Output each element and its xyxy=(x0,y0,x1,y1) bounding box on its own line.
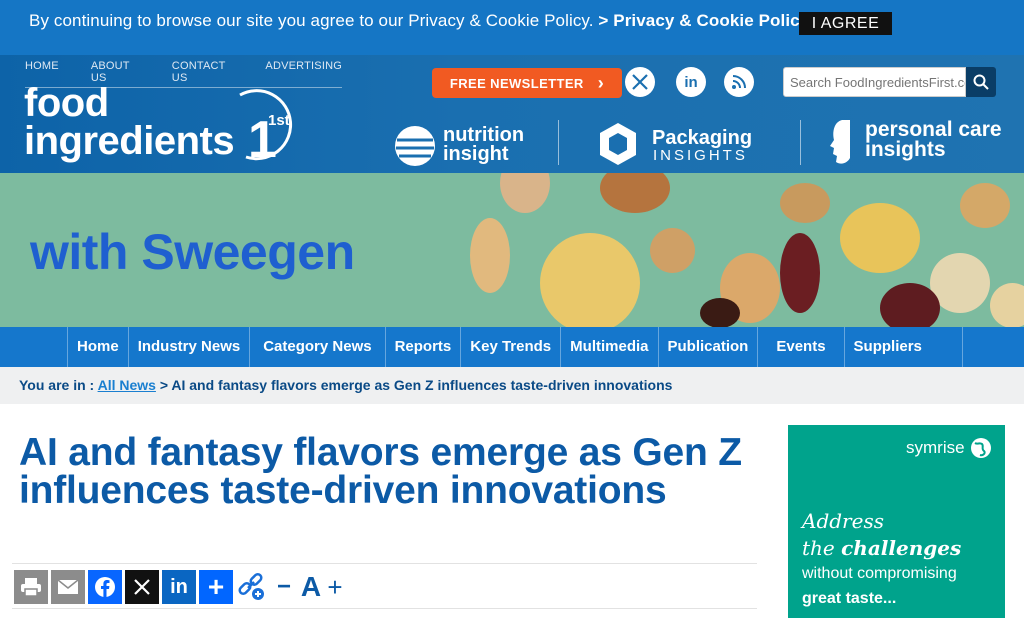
ad-line-1: Address xyxy=(802,509,884,533)
symrise-ad[interactable]: symrise Address the challenges without c… xyxy=(788,425,1005,618)
nav-suppliers[interactable]: Suppliers xyxy=(843,327,963,367)
breadcrumb-prefix: You are in : xyxy=(19,377,95,393)
ad-line-3: without compromising xyxy=(802,565,957,582)
search-box xyxy=(783,67,996,97)
x-twitter-icon[interactable] xyxy=(625,67,655,97)
globe-icon xyxy=(395,126,435,166)
facebook-icon[interactable] xyxy=(88,570,122,604)
chevron-right-icon: › xyxy=(597,72,605,93)
ad-brand: symrise xyxy=(906,437,992,459)
breadcrumb-all-news-link[interactable]: All News xyxy=(98,377,156,393)
article-title: AI and fantasy flavors emerge as Gen Z i… xyxy=(19,431,742,512)
newsletter-label: FREE NEWSLETTER xyxy=(449,75,584,91)
font-decrease-button[interactable]: − xyxy=(274,570,294,604)
topnav-advertising[interactable]: ADVERTISING xyxy=(265,60,342,84)
hexagon-icon xyxy=(600,123,636,165)
cookie-text: By continuing to browse our site you agr… xyxy=(29,11,594,30)
nav-industry-news[interactable]: Industry News xyxy=(127,327,250,367)
logo-sup: 1st xyxy=(268,112,290,129)
search-icon xyxy=(973,74,989,90)
search-input[interactable] xyxy=(783,67,966,97)
share-bar: in + − A + xyxy=(12,563,757,609)
globe-icon xyxy=(970,438,991,458)
nav-reports[interactable]: Reports xyxy=(384,327,461,367)
main-nav: Home Industry News Category News Reports… xyxy=(0,327,1024,367)
agree-button[interactable]: I AGREE xyxy=(799,12,892,35)
face-profile-icon xyxy=(830,120,850,164)
copy-link-icon[interactable] xyxy=(234,570,268,604)
nav-multimedia[interactable]: Multimedia xyxy=(560,327,657,367)
topnav-contact-us[interactable]: CONTACT US xyxy=(172,60,234,84)
ad-line-4: great taste... xyxy=(802,590,897,607)
partner-divider xyxy=(800,120,801,165)
site-logo[interactable]: food ingredients xyxy=(24,81,235,163)
nav-category-news[interactable]: Category News xyxy=(249,327,384,367)
x-share-icon[interactable] xyxy=(125,570,159,604)
print-icon[interactable] xyxy=(14,570,48,604)
sponsor-text: with Sweegen xyxy=(30,224,355,280)
font-size-icon: A xyxy=(300,571,322,602)
breadcrumb-current: > AI and fantasy flavors emerge as Gen Z… xyxy=(159,377,673,393)
nav-key-trends[interactable]: Key Trends xyxy=(460,327,560,367)
search-button[interactable] xyxy=(966,67,996,97)
privacy-policy-link[interactable]: > Privacy & Cookie Policy xyxy=(598,11,809,30)
font-increase-button[interactable]: + xyxy=(324,570,346,604)
breadcrumb: You are in : All News > AI and fantasy f… xyxy=(0,367,1024,404)
email-icon[interactable] xyxy=(51,570,85,604)
free-newsletter-button[interactable]: FREE NEWSLETTER › xyxy=(432,68,622,98)
logo-line-2: ingredients xyxy=(24,119,235,163)
partner-divider xyxy=(558,120,559,165)
sponsor-banner[interactable]: with Sweegen xyxy=(0,173,1024,327)
linkedin-share-icon[interactable]: in xyxy=(162,570,196,604)
logo-line-1: food xyxy=(24,81,109,125)
nav-publication[interactable]: Publication xyxy=(657,327,758,367)
rss-icon[interactable] xyxy=(724,67,754,97)
page: By continuing to browse our site you agr… xyxy=(0,0,1024,618)
cookie-banner: By continuing to browse our site you agr… xyxy=(0,0,1024,55)
nav-home[interactable]: Home xyxy=(67,327,128,367)
cookie-message: By continuing to browse our site you agr… xyxy=(29,11,809,31)
linkedin-icon[interactable]: in xyxy=(676,67,706,97)
site-header: HOME ABOUT US CONTACT US ADVERTISING foo… xyxy=(0,55,1024,173)
add-share-icon[interactable]: + xyxy=(199,570,233,604)
nav-events[interactable]: Events xyxy=(757,327,843,367)
logo-1st-mark: 1 1st xyxy=(239,89,293,165)
ad-line-2: the challenges xyxy=(802,536,962,560)
